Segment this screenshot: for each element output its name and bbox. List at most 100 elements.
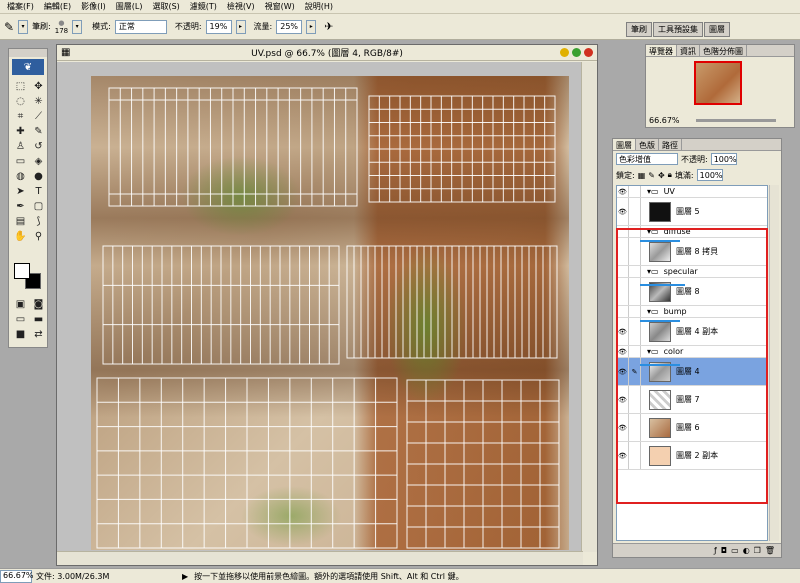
menu-window[interactable]: 視窗(W) — [260, 1, 300, 12]
layer-style-icon[interactable]: ƒ — [714, 546, 717, 555]
link-cell[interactable] — [629, 198, 641, 225]
lock-all-icon[interactable]: 🔒︎ — [668, 170, 672, 180]
layer-mask-icon[interactable]: ◘ — [721, 546, 727, 555]
navigator-zoom-slider[interactable] — [696, 119, 776, 122]
pen-tool-icon[interactable]: ✒ — [12, 199, 29, 213]
brush-tool-icon[interactable]: ✎ — [30, 124, 47, 138]
layers-scrollbar[interactable] — [769, 185, 779, 541]
link-cell[interactable] — [629, 306, 641, 317]
layer-8-copy[interactable]: 圖層 8 拷貝 — [617, 238, 767, 266]
crop-tool-icon[interactable]: ⌗ — [12, 109, 29, 123]
document-size-info[interactable]: 文件: 3.00M/26.3M — [32, 571, 182, 582]
dodge-tool-icon[interactable]: ● — [30, 169, 47, 183]
slice-tool-icon[interactable]: ⟋ — [30, 109, 47, 123]
hand-tool-icon[interactable]: ✋ — [12, 229, 29, 243]
layer-opacity-input[interactable]: 100% — [710, 153, 737, 165]
visibility-eye-icon[interactable]: 👁︎ — [617, 186, 629, 197]
brush-dropdown[interactable]: ▾ — [72, 19, 83, 34]
menu-layer[interactable]: 圖層(L) — [111, 1, 148, 12]
layer-6[interactable]: 👁︎ 圖層 6 — [617, 414, 767, 442]
link-cell[interactable] — [629, 346, 641, 357]
canvas-area[interactable] — [57, 62, 581, 552]
magic-wand-tool-icon[interactable]: ✳ — [30, 94, 47, 108]
link-cell[interactable] — [629, 386, 641, 413]
visibility-eye-icon[interactable] — [617, 266, 629, 277]
notes-tool-icon[interactable]: ▤ — [12, 214, 29, 228]
eyedropper-tool-icon[interactable]: ⟆ — [30, 214, 47, 228]
layer-4-copy[interactable]: 👁︎ 圖層 4 副本 — [617, 318, 767, 346]
visibility-eye-icon[interactable]: 👁︎ — [617, 198, 629, 225]
menu-select[interactable]: 選取(S) — [147, 1, 184, 12]
layer-4[interactable]: 👁︎ ✎ 圖層 4 — [617, 358, 767, 386]
new-group-icon[interactable]: ▭ — [731, 546, 739, 555]
flow-input[interactable]: 25% — [276, 19, 303, 34]
layer-group-diffuse[interactable]: ▾▭ diffuse — [617, 226, 767, 238]
foreground-color-swatch[interactable] — [14, 263, 30, 279]
new-layer-icon[interactable]: ❐ — [754, 546, 761, 555]
navigator-zoom-value[interactable]: 66.67% — [649, 116, 680, 125]
visibility-eye-icon[interactable]: 👁︎ — [617, 346, 629, 357]
uv-texture-image[interactable] — [91, 76, 569, 550]
lock-pixels-icon[interactable]: ✎ — [648, 171, 655, 180]
visibility-eye-icon[interactable]: 👁︎ — [617, 414, 629, 441]
toolbox-titlebar[interactable] — [9, 49, 47, 57]
link-cell[interactable] — [629, 226, 641, 237]
lasso-tool-icon[interactable]: ◌ — [12, 94, 29, 108]
blend-mode-select[interactable]: 色彩增值 — [616, 153, 678, 165]
menu-help[interactable]: 說明(H) — [300, 1, 338, 12]
status-zoom-input[interactable]: 66.67% — [0, 569, 34, 583]
flow-arrow[interactable]: ▸ — [306, 19, 317, 34]
standard-mode-icon[interactable]: ▣ — [12, 297, 29, 311]
visibility-eye-icon[interactable]: 👁︎ — [617, 358, 629, 385]
tab-histogram[interactable]: 色階分佈圖 — [700, 45, 747, 56]
minimize-button[interactable] — [560, 48, 569, 57]
link-cell[interactable] — [629, 186, 641, 197]
eraser-tool-icon[interactable]: ▭ — [12, 154, 29, 168]
link-cell[interactable] — [629, 238, 641, 265]
tab-navigator[interactable]: 導覽器 — [646, 45, 677, 56]
layer-5[interactable]: 👁︎ 圖層 5 — [617, 198, 767, 226]
visibility-eye-icon[interactable] — [617, 238, 629, 265]
fill-input[interactable]: 100% — [696, 169, 723, 181]
vertical-scrollbar[interactable] — [581, 62, 597, 552]
navigator-thumbnail[interactable] — [694, 61, 742, 105]
move-tool-icon[interactable]: ✥ — [30, 79, 47, 93]
visibility-eye-icon[interactable] — [617, 306, 629, 317]
layer-7[interactable]: 👁︎ 圖層 7 — [617, 386, 767, 414]
visibility-eye-icon[interactable]: 👁︎ — [617, 442, 629, 469]
opacity-input[interactable]: 19% — [205, 19, 232, 34]
menu-file[interactable]: 檔案(F) — [2, 1, 39, 12]
mode-select[interactable]: 正常 — [114, 19, 167, 34]
menu-filter[interactable]: 濾鏡(T) — [185, 1, 222, 12]
visibility-eye-icon[interactable] — [617, 278, 629, 305]
blur-tool-icon[interactable]: ◍ — [12, 169, 29, 183]
tab-layers[interactable]: 圖層 — [613, 139, 636, 150]
path-selection-tool-icon[interactable]: ➤ — [12, 184, 29, 198]
healing-brush-tool-icon[interactable]: ✚ — [12, 124, 29, 138]
menu-edit[interactable]: 編輯(E) — [39, 1, 76, 12]
brush-tool-icon[interactable]: ✎ — [4, 20, 14, 34]
imageready-icon[interactable]: ⇄ — [30, 327, 47, 341]
marquee-tool-icon[interactable]: ⬚ — [12, 79, 29, 93]
tab-channels[interactable]: 色版 — [636, 139, 659, 150]
airbrush-icon[interactable]: ✈ — [324, 20, 333, 33]
clone-stamp-tool-icon[interactable]: ♙ — [12, 139, 29, 153]
tab-paths[interactable]: 路徑 — [659, 139, 682, 150]
tab-info[interactable]: 資訊 — [677, 45, 700, 56]
link-cell[interactable] — [629, 266, 641, 277]
brush-active-icon[interactable]: ✎ — [629, 358, 641, 385]
document-titlebar[interactable]: ▦ UV.psd @ 66.7% (圖層 4, RGB/8#) — [57, 45, 597, 61]
paint-bucket-tool-icon[interactable]: ◈ — [30, 154, 47, 168]
feather-logo-icon[interactable]: ❦ — [12, 59, 44, 75]
opacity-arrow[interactable]: ▸ — [235, 19, 246, 34]
close-button[interactable] — [584, 48, 593, 57]
layer-group-specular[interactable]: ▾▭ specular — [617, 266, 767, 278]
well-tab-layers[interactable]: 圖層 — [704, 22, 730, 37]
quick-mask-icon[interactable]: ◙ — [30, 297, 47, 311]
tool-preset-dropdown[interactable]: ▾ — [18, 19, 29, 34]
screen-mode-3-icon[interactable]: ■ — [12, 327, 29, 341]
brush-picker[interactable]: ● 178 — [55, 19, 68, 35]
layer-group-uv[interactable]: 👁︎ ▾▭ UV — [617, 186, 767, 198]
screen-mode-2-icon[interactable]: ▬ — [30, 312, 47, 326]
shape-tool-icon[interactable]: ▢ — [30, 199, 47, 213]
